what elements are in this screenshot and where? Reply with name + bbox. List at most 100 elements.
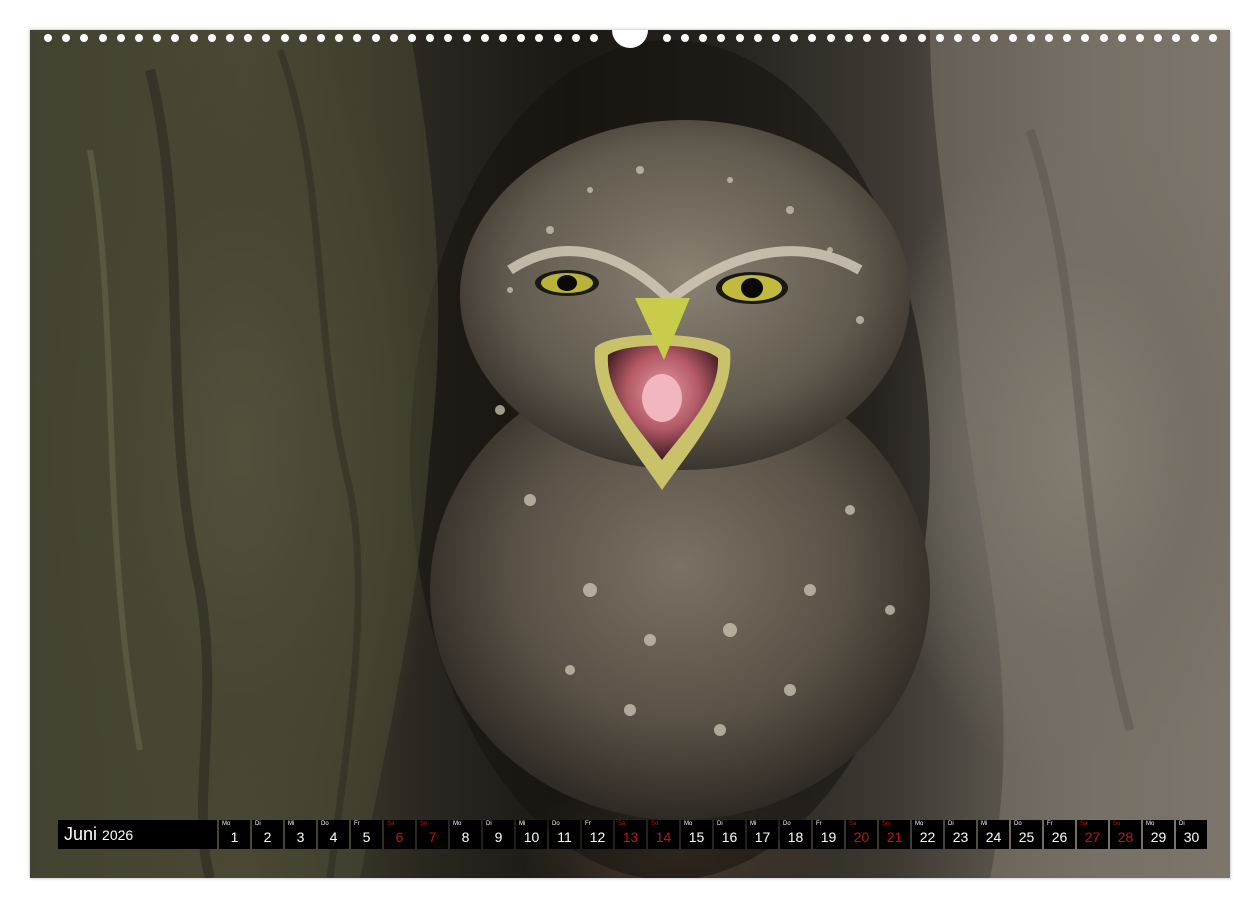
calendar-day-cell: So 7 xyxy=(417,820,448,849)
weekday-label: So xyxy=(420,821,428,827)
calendar-day-cell: So 14 xyxy=(648,820,679,849)
calendar-day-cell: Do 18 xyxy=(780,820,811,849)
binding-hole xyxy=(590,34,598,42)
calendar-day-cell: Fr 19 xyxy=(813,820,844,849)
binding-hole xyxy=(1081,34,1089,42)
calendar-day-cell: Sa 20 xyxy=(846,820,877,849)
binding-hole xyxy=(426,34,434,42)
binding-hole xyxy=(80,34,88,42)
binding-hole xyxy=(517,34,525,42)
binding-hole xyxy=(463,34,471,42)
binding-hole xyxy=(1100,34,1108,42)
weekday-label: So xyxy=(651,821,659,827)
calendar-day-cell: Mo 29 xyxy=(1143,820,1174,849)
binding-hole xyxy=(335,34,343,42)
weekday-label: Mi xyxy=(750,821,757,827)
binding-hole xyxy=(681,34,689,42)
weekday-label: Sa xyxy=(387,821,395,827)
weekday-label: Fr xyxy=(354,821,360,827)
weekday-label: Mo xyxy=(453,821,462,827)
weekday-label: Mo xyxy=(1146,821,1155,827)
year-label: 2026 xyxy=(102,826,134,843)
binding-hole xyxy=(845,34,853,42)
binding-hole xyxy=(226,34,234,42)
weekday-label: Mi xyxy=(981,821,988,827)
binding-hole xyxy=(44,34,52,42)
weekday-label: Fr xyxy=(1047,821,1053,827)
binding-hole xyxy=(1118,34,1126,42)
day-number: 29 xyxy=(1150,829,1167,845)
weekday-label: Mo xyxy=(915,821,924,827)
weekday-label: Mo xyxy=(222,821,231,827)
binding-hole xyxy=(1172,34,1180,42)
binding-hole xyxy=(717,34,725,42)
day-number: 16 xyxy=(721,829,738,845)
binding-hole xyxy=(699,34,707,42)
binding-hole xyxy=(299,34,307,42)
calendar-day-cell: Fr 26 xyxy=(1044,820,1075,849)
weekday-label: Fr xyxy=(816,821,822,827)
weekday-label: Di xyxy=(717,821,723,827)
binding-hole xyxy=(1154,34,1162,42)
calendar-day-cell: Sa 27 xyxy=(1077,820,1108,849)
day-number: 11 xyxy=(557,829,572,845)
day-number: 15 xyxy=(688,829,705,845)
binding-hole xyxy=(390,34,398,42)
binding-hole xyxy=(990,34,998,42)
day-number: 21 xyxy=(886,829,903,845)
day-number: 24 xyxy=(985,829,1002,845)
calendar-day-cell: So 21 xyxy=(879,820,910,849)
day-number: 25 xyxy=(1018,829,1035,845)
binding-hole xyxy=(153,34,161,42)
calendar-day-cell: Do 11 xyxy=(549,820,580,849)
binding-hole xyxy=(827,34,835,42)
day-number: 26 xyxy=(1051,829,1068,845)
binding-hole xyxy=(372,34,380,42)
day-number: 4 xyxy=(329,829,338,845)
calendar-day-cell: Mi 10 xyxy=(516,820,547,849)
day-number: 8 xyxy=(461,829,470,845)
spiral-binding xyxy=(30,30,1230,48)
calendar-day-cell: Mo 15 xyxy=(681,820,712,849)
weekday-label: Fr xyxy=(585,821,591,827)
owl-chick-icon xyxy=(30,30,1230,878)
day-number: 17 xyxy=(754,829,771,845)
weekday-label: Mo xyxy=(684,821,693,827)
day-number: 14 xyxy=(655,829,672,845)
binding-hole xyxy=(262,34,270,42)
binding-hole xyxy=(1191,34,1199,42)
binding-hole xyxy=(790,34,798,42)
binding-hole xyxy=(99,34,107,42)
binding-hole xyxy=(281,34,289,42)
binding-hole xyxy=(1136,34,1144,42)
day-number: 3 xyxy=(296,829,305,845)
binding-hole xyxy=(881,34,889,42)
binding-hole xyxy=(171,34,179,42)
binding-hole xyxy=(535,34,543,42)
day-number: 6 xyxy=(395,829,404,845)
day-number: 22 xyxy=(919,829,936,845)
calendar-day-cell: Di 2 xyxy=(252,820,283,849)
binding-hole xyxy=(117,34,125,42)
binding-hole xyxy=(317,34,325,42)
binding-hole xyxy=(736,34,744,42)
calendar-day-cell: Mo 8 xyxy=(450,820,481,849)
weekday-label: Do xyxy=(552,821,560,827)
day-number: 19 xyxy=(820,829,837,845)
month-calendar-strip: Juni 2026 Mo 1 Di 2 Mi 3 Do 4 Fr 5 Sa 6 So 7 Mo 8 Di 9 Mi 1… xyxy=(58,820,1209,849)
binding-hole xyxy=(190,34,198,42)
day-number: 2 xyxy=(263,829,272,845)
calendar-day-cell: Do 4 xyxy=(318,820,349,849)
day-number: 30 xyxy=(1183,829,1200,845)
day-number: 7 xyxy=(428,829,437,845)
binding-hole xyxy=(663,34,671,42)
weekday-label: Sa xyxy=(1080,821,1088,827)
weekday-label: Sa xyxy=(618,821,626,827)
binding-hole xyxy=(954,34,962,42)
day-number: 5 xyxy=(362,829,371,845)
calendar-day-cell: Mi 24 xyxy=(978,820,1009,849)
binding-hole xyxy=(135,34,143,42)
day-number: 10 xyxy=(523,829,540,845)
calendar-day-cell: Fr 5 xyxy=(351,820,382,849)
binding-hole xyxy=(554,34,562,42)
